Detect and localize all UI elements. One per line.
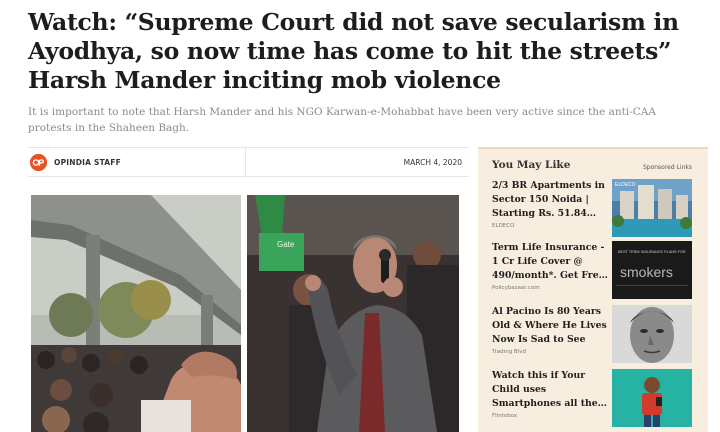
ad-item-al-pacino[interactable]: Al Pacino Is 80 Years Old & Where He Liv… [492,305,702,367]
sponsored-links-label[interactable]: Sponsored Links [643,164,692,171]
ad-thumb-caption: BEST TERM INSURANCE PLANS FOR [618,250,686,254]
ad-thumbnail-insurance[interactable]: BEST TERM INSURANCE PLANS FOR smokers [612,241,692,299]
ad-title[interactable]: Al Pacino Is 80 Years Old & Where He Liv… [492,305,608,347]
ad-item-child-smartphones[interactable]: Watch this if Your Child uses Smartphone… [492,369,702,431]
article-subhead: It is important to note that Harsh Mande… [28,106,656,134]
author-block[interactable]: OPINDIA STAFF [28,148,246,176]
ad-item-term-insurance[interactable]: Term Life Insurance - 1 Cr Life Cover @ … [492,241,702,303]
ad-title[interactable]: Watch this if Your Child uses Smartphone… [492,369,608,411]
ad-title[interactable]: 2/3 BR Apartments in Sector 150 Noida | … [492,179,608,221]
byline-bar: OPINDIA STAFF MARCH 4, 2020 [28,147,469,177]
ad-thumbnail-apartments[interactable]: ELDECO [612,179,692,237]
ad-thumbnail-portrait[interactable] [612,305,692,363]
ad-item-apartments[interactable]: 2/3 BR Apartments in Sector 150 Noida | … [492,179,702,241]
ad-title[interactable]: Term Life Insurance - 1 Cr Life Cover @ … [492,241,608,283]
ad-source: Trading Blvd [492,349,526,355]
ad-source: Flintobox [492,413,518,419]
article-photo-protest-crowd [31,195,241,432]
ad-source: Policybazaar.com [492,285,540,291]
ad-thumb-word: smokers [620,264,673,280]
article-photo-speaker: Gate [247,195,459,432]
publish-date: MARCH 4, 2020 [403,157,462,167]
gate-sign-text: Gate [277,240,295,249]
ad-source: ELDECO [492,223,515,229]
sidebar-title: You May Like [492,159,571,171]
ad-thumb-brand: ELDECO [615,182,636,188]
opindia-logo-icon [30,153,47,171]
sponsored-sidebar: You May Like Sponsored Links 2/3 BR Apar… [478,147,708,432]
author-name[interactable]: OPINDIA STAFF [54,158,121,167]
article-headline[interactable]: Watch: “Supreme Court did not save secul… [28,8,708,95]
ad-thumbnail-child[interactable] [612,369,692,427]
